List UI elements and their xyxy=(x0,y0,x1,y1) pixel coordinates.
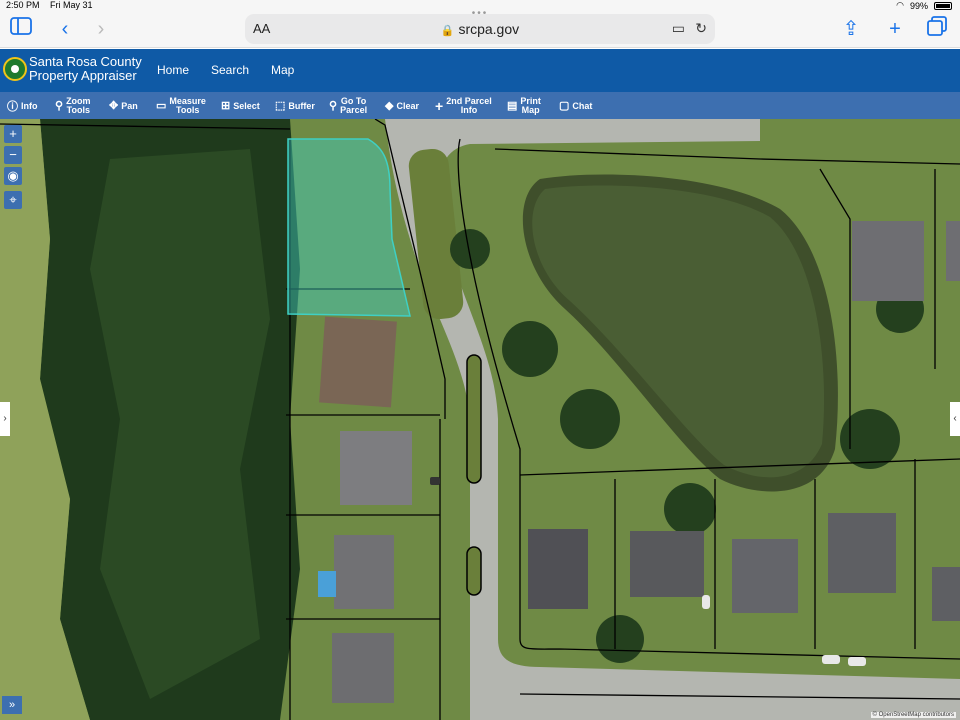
tool-info-label: Info xyxy=(21,100,38,111)
printer-icon: ▤ xyxy=(507,100,518,112)
tool-second-parcel-label: 2nd Parcel Info xyxy=(446,95,492,115)
eraser-icon: ◆ xyxy=(385,100,394,112)
tool-select[interactable]: ⊞ Select xyxy=(221,92,260,119)
extension-icon[interactable]: ▭ xyxy=(672,20,685,37)
select-box-icon: ⊞ xyxy=(221,100,231,112)
plus-icon: + xyxy=(435,97,444,114)
reload-icon[interactable]: ↻ xyxy=(695,20,707,37)
zoom-out-button[interactable]: − xyxy=(4,146,22,164)
address-bar[interactable]: ••• AA 🔒 srcpa.gov ▭ ↻ xyxy=(245,8,715,44)
locate-icon[interactable]: ⌖ xyxy=(4,191,22,209)
tabs-overview-icon[interactable] xyxy=(924,16,950,42)
site-title-line1: Santa Rosa County xyxy=(29,54,142,69)
back-icon[interactable]: ‹ xyxy=(52,16,78,42)
tab-dots-icon: ••• xyxy=(471,8,489,19)
share-icon[interactable]: ⇪ xyxy=(838,16,864,42)
magnifier-icon: ⚲ xyxy=(55,100,64,112)
tool-goto-label: Go To Parcel xyxy=(340,95,368,115)
nav-search[interactable]: Search xyxy=(211,63,249,77)
battery-icon xyxy=(934,1,952,10)
tool-print-label: Print Map xyxy=(520,95,541,115)
tool-buffer[interactable]: ⬚ Buffer xyxy=(275,92,315,119)
sidebar-toggle-icon[interactable] xyxy=(8,16,34,42)
lock-icon: 🔒 xyxy=(440,25,455,37)
tool-zoom-tools[interactable]: ⚲ Zoom Tools xyxy=(55,92,91,119)
map-canvas[interactable]: + − ◉ ⌖ › ‹ » © OpenStreetMap contributo… xyxy=(0,119,960,720)
left-panel-toggle[interactable]: › xyxy=(0,402,10,436)
site-title[interactable]: Santa Rosa County Property Appraiser xyxy=(29,55,142,83)
zoom-in-button[interactable]: + xyxy=(4,125,22,143)
right-panel-toggle[interactable]: ‹ xyxy=(950,402,960,436)
tool-measure-label: Measure Tools xyxy=(169,95,206,115)
tool-chat[interactable]: ▢ Chat xyxy=(559,92,592,119)
tool-chat-label: Chat xyxy=(572,100,593,111)
tool-print-map[interactable]: ▤ Print Map xyxy=(507,92,541,119)
map-attribution: © OpenStreetMap contributors xyxy=(870,712,956,718)
tool-buffer-label: Buffer xyxy=(288,100,315,111)
site-title-line2: Property Appraiser xyxy=(29,68,137,83)
tool-clear-label: Clear xyxy=(396,100,419,111)
url-text: 🔒 srcpa.gov xyxy=(245,21,715,37)
pan-icon: ✥ xyxy=(109,100,119,112)
browser-toolbar: ‹ › ••• AA 🔒 srcpa.gov ▭ ↻ ⇪ + xyxy=(0,8,960,48)
ruler-icon: ▭ xyxy=(156,100,167,112)
aerial-imagery xyxy=(0,119,960,720)
zoom-controls: + − ◉ ⌖ xyxy=(4,125,22,212)
app-header: Santa Rosa County Property Appraiser Hom… xyxy=(0,49,960,92)
tool-clear[interactable]: ◆ Clear xyxy=(385,92,419,119)
map-toolbar: ⓘ Info ⚲ Zoom Tools ✥ Pan ▭ Measure Tools ⊞ S… xyxy=(0,92,960,119)
magnifier-icon: ⚲ xyxy=(329,100,338,112)
tool-select-label: Select xyxy=(233,100,260,111)
battery-percent: 99% xyxy=(909,0,928,11)
tool-measure-tools[interactable]: ▭ Measure Tools xyxy=(156,92,206,119)
forward-icon[interactable]: › xyxy=(88,16,114,42)
county-seal-logo[interactable] xyxy=(3,57,27,81)
new-tab-icon[interactable]: + xyxy=(882,16,908,42)
globe-icon[interactable]: ◉ xyxy=(4,167,22,185)
status-date: Fri May 31 xyxy=(50,0,93,10)
buffer-icon: ⬚ xyxy=(275,100,286,112)
tool-pan[interactable]: ✥ Pan xyxy=(109,92,138,119)
url-domain: srcpa.gov xyxy=(458,21,520,37)
tool-go-to-parcel[interactable]: ⚲ Go To Parcel xyxy=(329,92,367,119)
expand-panel-button[interactable]: » xyxy=(2,696,22,714)
status-time: 2:50 PM xyxy=(6,0,40,10)
nav-home[interactable]: Home xyxy=(157,63,189,77)
nav-map[interactable]: Map xyxy=(271,63,294,77)
tool-second-parcel-info[interactable]: + 2nd Parcel Info xyxy=(435,92,492,119)
tool-pan-label: Pan xyxy=(121,100,138,111)
tool-info[interactable]: ⓘ Info xyxy=(7,92,38,119)
info-icon: ⓘ xyxy=(7,100,18,113)
chat-bubble-icon: ▢ xyxy=(559,100,570,112)
tool-zoom-label: Zoom Tools xyxy=(66,95,91,115)
